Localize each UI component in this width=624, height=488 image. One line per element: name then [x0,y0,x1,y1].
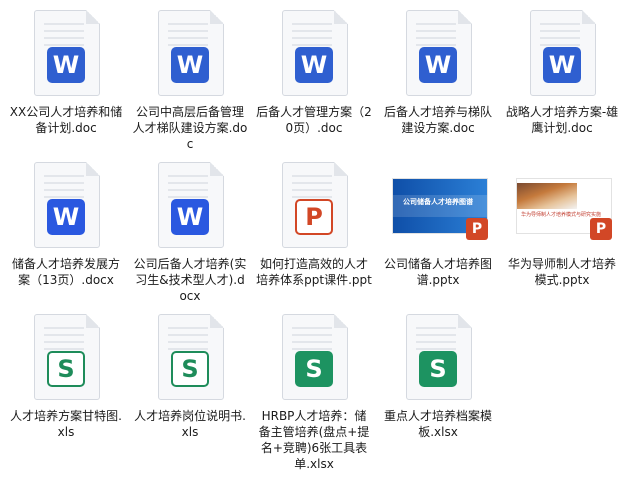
file-item[interactable]: S 人才培养方案甘特图.xls [4,308,128,468]
file-name: 公司后备人才培养(实习生&技术型人才).docx [133,257,247,303]
file-thumbnail: W [376,4,500,100]
file-name: 人才培养方案甘特图.xls [10,409,122,439]
excel-icon: S [419,351,457,387]
file-name: 重点人才培养档案模板.xlsx [383,409,492,439]
file-thumbnail: W [4,156,128,252]
file-name: 人才培养岗位说明书.xls [134,409,246,439]
file-item[interactable]: W 后备人才管理方案（20页）.doc [252,4,376,164]
powerpoint-icon: P [466,218,488,240]
file-name: 后备人才管理方案（20页）.doc [256,105,372,135]
file-name: 公司中高层后备管理人才梯队建设方案.doc [132,105,248,151]
file-thumbnail: W [128,156,252,252]
file-name: 华为导师制人才培养模式.pptx [507,257,616,287]
word-icon: W [295,47,333,83]
file-thumbnail: W [128,4,252,100]
powerpoint-icon: P [295,199,333,235]
file-item[interactable]: S HRBP人才培养：储备主管培养(盘点+提名+竞聘)6张工具表单.xlsx [252,308,376,471]
file-item[interactable]: W XX公司人才培养和储备计划.doc [4,4,128,164]
file-item[interactable]: P 如何打造高效的人才培养体系ppt课件.ppt [252,156,376,316]
file-item[interactable]: W 后备人才培养与梯队建设方案.doc [376,4,500,164]
slide-photo [517,183,577,209]
file-name: HRBP人才培养：储备主管培养(盘点+提名+竞聘)6张工具表单.xlsx [258,409,370,471]
file-item[interactable]: S 重点人才培养档案模板.xlsx [376,308,500,468]
file-name: 储备人才培养发展方案（13页）.docx [11,257,120,287]
file-thumbnail: W [252,4,376,100]
word-icon: W [47,199,85,235]
file-name: 公司储备人才培养图谱.pptx [383,257,492,287]
file-thumbnail: W [500,4,624,100]
file-item[interactable]: S 人才培养岗位说明书.xls [128,308,252,468]
file-thumbnail: S [128,308,252,404]
word-icon: W [47,47,85,83]
file-name: 战略人才培养方案-雄鹰计划.doc [505,105,619,135]
file-item[interactable]: W 公司中高层后备管理人才梯队建设方案.doc [128,4,252,164]
word-icon: W [543,47,581,83]
file-item[interactable]: W 公司后备人才培养(实习生&技术型人才).docx [128,156,252,316]
excel-icon: S [47,351,85,387]
file-thumbnail: 华为导师制人才培养模式与研究实施 P [500,156,624,252]
file-name: 后备人才培养与梯队建设方案.doc [383,105,492,135]
file-thumbnail: 公司储备人才培养图谱 P [376,156,500,252]
file-item[interactable]: 华为导师制人才培养模式与研究实施 P 华为导师制人才培养模式.pptx [500,156,624,316]
file-name: 如何打造高效的人才培养体系ppt课件.ppt [256,257,372,287]
word-icon: W [171,199,209,235]
file-thumbnail: S [376,308,500,404]
file-thumbnail: S [252,308,376,404]
file-grid: W XX公司人才培养和储备计划.doc W 公司中高层后备管理人才梯队建设方案.doc… [0,0,624,488]
file-item[interactable]: W 储备人才培养发展方案（13页）.docx [4,156,128,316]
file-item[interactable]: 公司储备人才培养图谱 P 公司储备人才培养图谱.pptx [376,156,500,316]
slide-title: 公司储备人才培养图谱 [403,198,473,206]
word-icon: W [171,47,209,83]
word-icon: W [419,47,457,83]
file-name: XX公司人才培养和储备计划.doc [9,105,123,135]
file-thumbnail: S [4,308,128,404]
file-thumbnail: P [252,156,376,252]
file-item[interactable]: W 战略人才培养方案-雄鹰计划.doc [500,4,624,164]
slide-title: 华为导师制人才培养模式与研究实施 [521,212,602,218]
file-thumbnail: W [4,4,128,100]
excel-icon: S [295,351,333,387]
excel-icon: S [171,351,209,387]
powerpoint-icon: P [590,218,612,240]
